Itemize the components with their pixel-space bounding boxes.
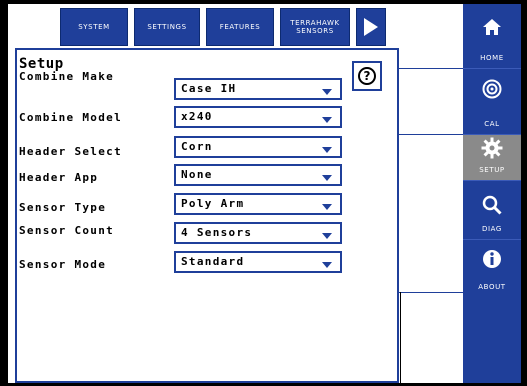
sidebar-item-home[interactable]: HOME [463,4,521,68]
left-border [0,0,8,386]
help-button[interactable]: ? [352,61,382,91]
target-icon [482,79,502,99]
tabs-next-button[interactable] [356,8,386,46]
combine-model-select[interactable]: x240 [174,106,342,128]
home-icon [483,19,501,35]
sensor-count-select[interactable]: 4 Sensors [174,222,342,244]
sensor-count-label: Sensor Count [19,224,115,237]
combine-make-select[interactable]: Case IH [174,78,342,100]
tab-settings[interactable]: SETTINGS [134,8,200,46]
chevron-down-icon [322,117,332,123]
top-border [0,0,527,4]
question-icon: ? [358,67,376,85]
right-border [521,0,527,386]
chevron-down-icon [322,204,332,210]
combine-make-label: Combine Make [19,70,115,83]
sidebar-item-cal[interactable]: CAL [463,69,521,134]
chevron-down-icon [322,89,332,95]
combine-model-label: Combine Model [19,111,122,124]
tab-features[interactable]: FEATURES [206,8,274,46]
tab-terrahawk-sensors[interactable]: TERRAHAWK SENSORS [280,8,350,46]
sensor-mode-select[interactable]: Standard [174,251,342,273]
play-arrow-icon [364,18,378,36]
sidebar-item-diag[interactable]: DIAG [463,181,521,239]
sensor-type-label: Sensor Type [19,201,107,214]
tab-system[interactable]: SYSTEM [60,8,128,46]
sensor-mode-label: Sensor Mode [19,258,107,271]
divider-line [399,292,463,293]
sensor-type-select[interactable]: Poly Arm [174,193,342,215]
chevron-down-icon [322,233,332,239]
magnifier-icon [482,195,502,215]
divider-line [399,68,463,69]
chevron-down-icon [322,262,332,268]
gear-icon [481,137,503,159]
header-app-label: Header App [19,171,99,184]
sidebar-item-about[interactable]: ABOUT [463,240,521,295]
divider-line [400,292,401,383]
header-select-select[interactable]: Corn [174,136,342,158]
divider-line [399,134,463,135]
info-icon [483,250,501,268]
header-app-select[interactable]: None [174,164,342,186]
sidebar-item-setup[interactable]: SETUP [463,135,521,180]
chevron-down-icon [322,147,332,153]
chevron-down-icon [322,175,332,181]
header-select-label: Header Select [19,145,122,158]
